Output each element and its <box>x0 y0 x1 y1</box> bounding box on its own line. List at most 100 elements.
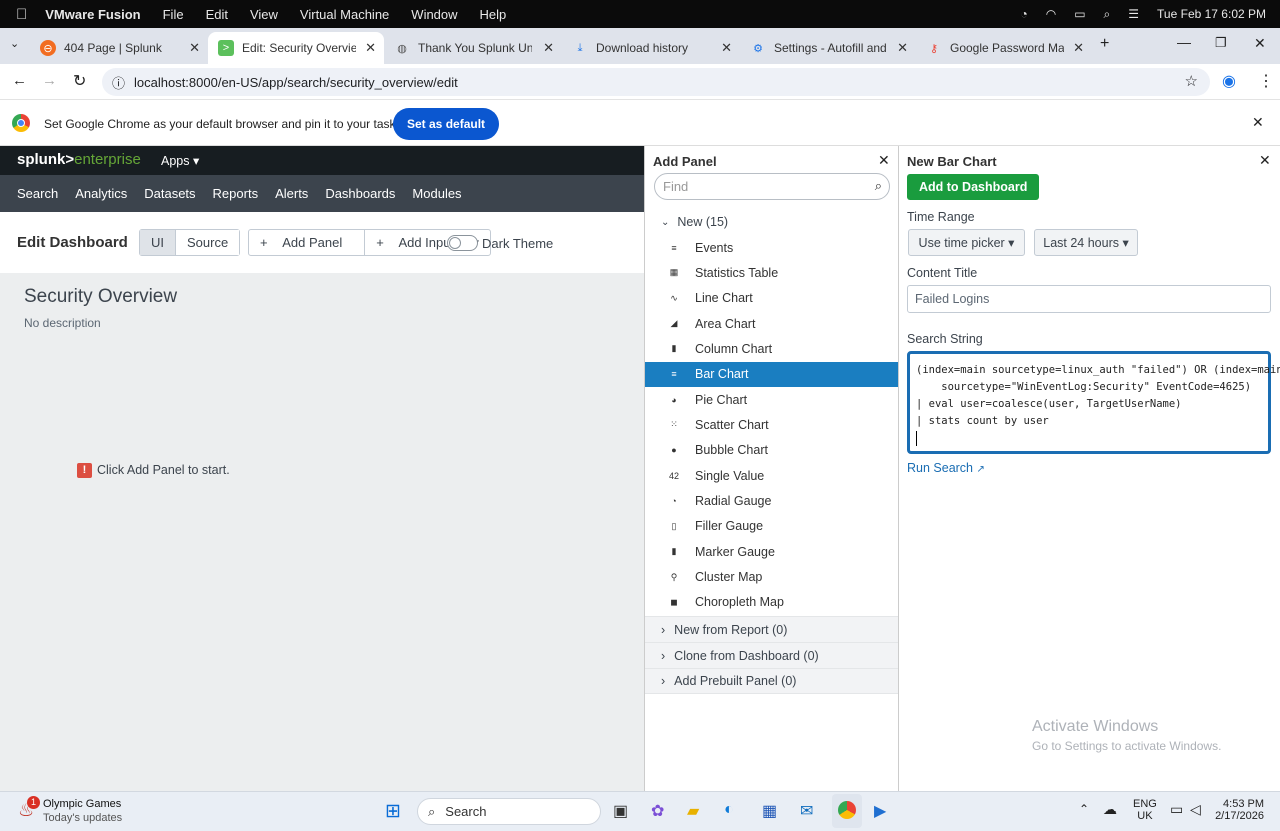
add-to-dashboard-button[interactable]: Add to Dashboard <box>907 174 1040 200</box>
tab-title: Google Password Manager <box>950 41 1064 55</box>
close-icon[interactable]: ✕ <box>1073 40 1084 56</box>
panel-type-statistics-table[interactable]: ▦ Statistics Table <box>645 260 898 285</box>
new-from-report-group[interactable]: › New from Report (0) <box>645 616 898 642</box>
menu-edit[interactable]: Edit <box>206 7 228 22</box>
menu-view[interactable]: View <box>250 7 278 22</box>
panel-type-choropleth-map[interactable]: ◼ Choropleth Map <box>645 590 898 615</box>
panel-type-radial-gauge[interactable]: ◔ Radial Gauge <box>645 489 898 514</box>
panel-type-single-value[interactable]: 42 Single Value <box>645 463 898 488</box>
time-range-dropdown[interactable]: Last 24 hours ▾ <box>1034 229 1138 256</box>
close-add-panel-icon[interactable]: ✕ <box>878 152 890 169</box>
panel-type-column-chart[interactable]: ▮ Column Chart <box>645 336 898 361</box>
network-icon[interactable]: ☁ <box>1103 801 1117 818</box>
panel-type-scatter-chart[interactable]: ⁙ Scatter Chart <box>645 412 898 437</box>
nav-alerts[interactable]: Alerts <box>275 186 308 201</box>
add-panel-button[interactable]: + Add Panel <box>249 230 366 255</box>
tab-thank-you[interactable]: ◍ Thank You Splunk University ✕ <box>384 32 562 64</box>
nav-datasets[interactable]: Datasets <box>144 186 195 201</box>
nav-modules[interactable]: Modules <box>412 186 461 201</box>
outlook-icon[interactable]: ✉ <box>800 801 813 821</box>
bookmark-star-icon[interactable]: ☆ <box>1185 72 1198 90</box>
add-prebuilt-panel-group[interactable]: › Add Prebuilt Panel (0) <box>645 668 898 694</box>
close-icon[interactable]: ✕ <box>897 40 908 56</box>
news-title[interactable]: Olympic Games <box>43 798 121 810</box>
screen-icon[interactable]: ▭ <box>1170 801 1183 818</box>
tab-edit-security-overview[interactable]: > Edit: Security Overview | Splunk ✕ <box>208 32 384 64</box>
menu-virtual-machine[interactable]: Virtual Machine <box>300 7 389 22</box>
set-as-default-button[interactable]: Set as default <box>393 108 500 140</box>
nav-analytics[interactable]: Analytics <box>75 186 127 201</box>
app-menu[interactable]: VMware Fusion <box>45 7 140 22</box>
url-field[interactable]: ⓘ localhost:8000/en-US/app/search/securi… <box>102 68 1210 96</box>
nav-reports[interactable]: Reports <box>213 186 259 201</box>
source-mode-button[interactable]: Source <box>176 230 240 255</box>
reload-icon[interactable]: ↻ <box>73 71 86 91</box>
task-view-icon[interactable]: ▣ <box>613 801 628 821</box>
nav-search[interactable]: Search <box>17 186 58 201</box>
vmware-status-icon[interactable]: ◔ <box>1020 7 1027 21</box>
new-group-header[interactable]: ⌄ New (15) <box>645 209 898 235</box>
mac-clock[interactable]: Tue Feb 17 6:02 PM <box>1157 7 1266 21</box>
panel-type-line-chart[interactable]: ∿ Line Chart <box>645 286 898 311</box>
site-info-icon[interactable]: ⓘ <box>112 73 125 92</box>
apple-icon[interactable]:  <box>16 6 27 23</box>
vmware-icon[interactable]: ▶ <box>874 801 886 821</box>
splunk-logo[interactable]: splunk>enterprise <box>17 151 141 168</box>
apps-menu[interactable]: Apps ▾ <box>161 153 199 168</box>
menu-file[interactable]: File <box>163 7 184 22</box>
new-tab-icon[interactable]: + <box>1100 35 1109 53</box>
infobar-close-icon[interactable]: ✕ <box>1252 114 1264 131</box>
panel-type-pie-chart[interactable]: ◕ Pie Chart <box>645 387 898 412</box>
taskbar-search[interactable]: ⌕ Search <box>417 798 601 825</box>
time-picker-dropdown[interactable]: Use time picker ▾ <box>908 229 1025 256</box>
close-icon[interactable]: ✕ <box>543 40 554 56</box>
run-search-link[interactable]: Run Search ↗ <box>907 461 985 475</box>
dark-theme-toggle[interactable] <box>447 235 478 251</box>
tab-404[interactable]: ⊖ 404 Page | Splunk ✕ <box>30 32 208 64</box>
store-icon[interactable]: ▦ <box>762 801 777 821</box>
chrome-taskbar-active[interactable] <box>832 794 862 828</box>
close-bar-panel-icon[interactable]: ✕ <box>1259 152 1271 169</box>
wifi-icon[interactable]: ◠ <box>1046 7 1056 21</box>
tab-settings[interactable]: ⚙ Settings - Autofill and passwords ✕ <box>740 32 916 64</box>
panel-type-area-chart[interactable]: ◢ Area Chart <box>645 311 898 336</box>
panel-type-bubble-chart[interactable]: ● Bubble Chart <box>645 438 898 463</box>
panel-type-filler-gauge[interactable]: ▯ Filler Gauge <box>645 514 898 539</box>
tray-chevron-icon[interactable]: ⌃ <box>1079 802 1089 816</box>
window-close-icon[interactable]: ✕ <box>1254 35 1266 52</box>
tab-search-icon[interactable]: ⌄ <box>10 37 19 50</box>
forward-icon[interactable]: → <box>42 72 57 89</box>
tab-download-history[interactable]: ⤓ Download history ✕ <box>562 32 740 64</box>
close-icon[interactable]: ✕ <box>365 40 376 56</box>
windows-start-icon[interactable]: ⊞ <box>385 800 401 823</box>
clone-from-dashboard-group[interactable]: › Clone from Dashboard (0) <box>645 642 898 668</box>
spotlight-search-icon[interactable]: ⌕ <box>1104 7 1111 22</box>
ui-mode-button[interactable]: UI <box>140 230 176 255</box>
nav-dashboards[interactable]: Dashboards <box>325 186 395 201</box>
language-indicator[interactable]: ENG UK <box>1133 798 1157 822</box>
menu-window[interactable]: Window <box>411 7 457 22</box>
tab-password-manager[interactable]: ⚷ Google Password Manager ✕ <box>916 32 1092 64</box>
content-title-input[interactable]: Failed Logins <box>907 285 1271 313</box>
menu-help[interactable]: Help <box>480 7 507 22</box>
close-icon[interactable]: ✕ <box>721 40 732 56</box>
search-string-textarea[interactable]: (index=main sourcetype=linux_auth "faile… <box>907 351 1280 454</box>
battery-icon[interactable]: ▭ <box>1074 7 1085 21</box>
profile-icon[interactable]: ◉ <box>1222 71 1236 91</box>
minimize-icon[interactable]: — <box>1177 34 1191 50</box>
panel-type-cluster-map[interactable]: ⚲ Cluster Map <box>645 565 898 590</box>
taskbar-clock[interactable]: 4:53 PM 2/17/2026 <box>1214 798 1264 822</box>
restore-icon[interactable]: ❐ <box>1215 35 1227 51</box>
close-icon[interactable]: ✕ <box>189 40 200 56</box>
back-icon[interactable]: ← <box>12 72 27 89</box>
control-center-icon[interactable]: ☰ <box>1128 7 1139 21</box>
panel-type-events[interactable]: ≡ Events <box>645 235 898 260</box>
panel-type-bar-chart[interactable]: ≡ Bar Chart <box>645 361 898 387</box>
edge-icon[interactable]: ◐ <box>724 801 734 819</box>
panel-type-marker-gauge[interactable]: ▮ Marker Gauge <box>645 539 898 564</box>
volume-icon[interactable]: ◁ <box>1190 801 1201 818</box>
chrome-menu-icon[interactable]: ⋮ <box>1258 71 1274 91</box>
copilot-icon[interactable]: ✿ <box>651 801 664 821</box>
find-input[interactable]: Find ⌕ <box>654 173 890 200</box>
file-explorer-icon[interactable]: ▰ <box>687 801 699 821</box>
